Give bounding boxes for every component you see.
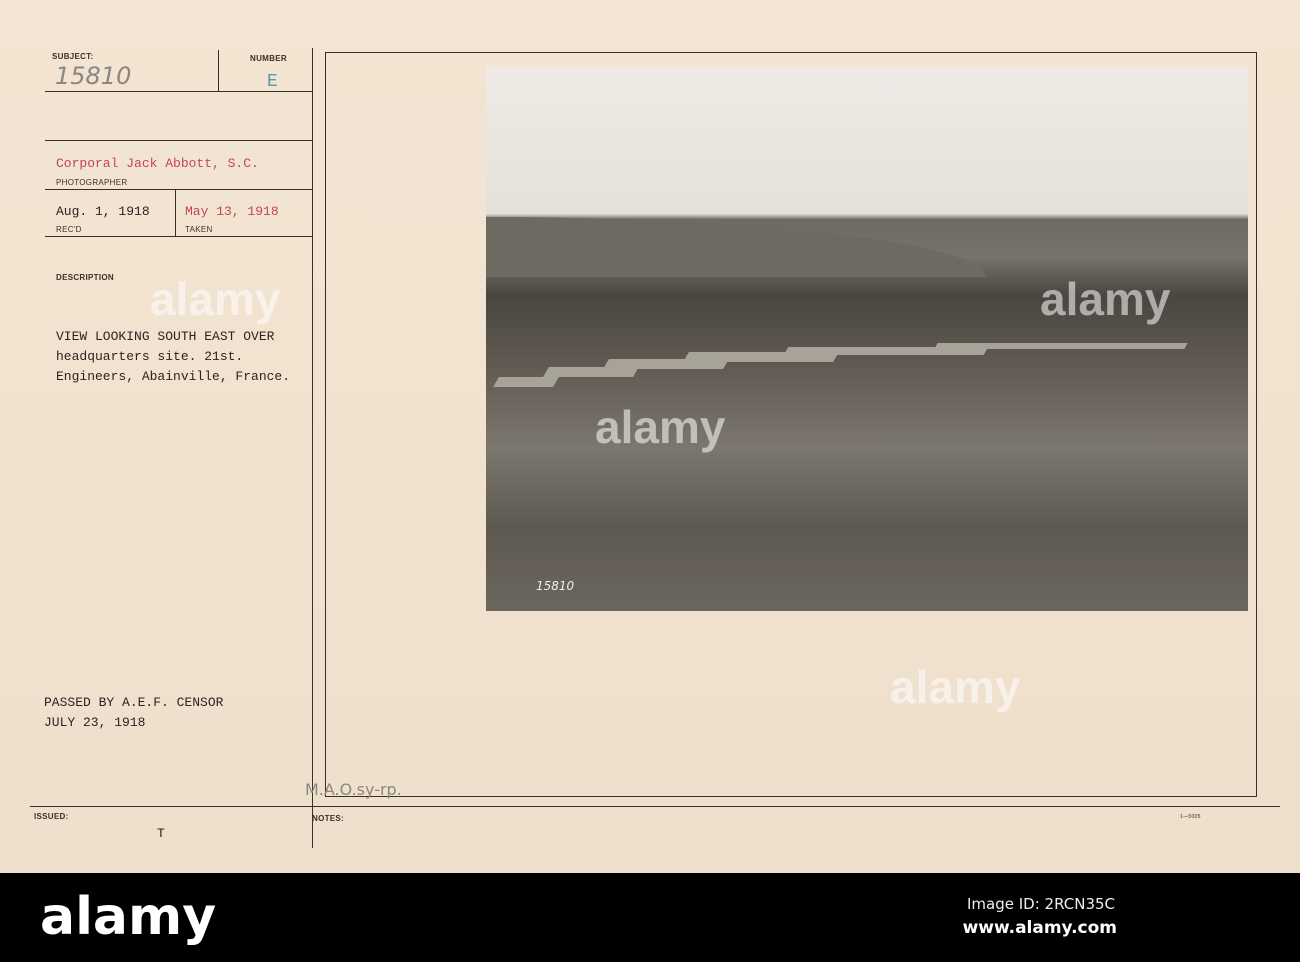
photo-frame xyxy=(325,52,1257,53)
subject-value: 15810 xyxy=(55,62,132,90)
issued-value: T xyxy=(157,826,165,841)
photographer-name: Corporal Jack Abbott, S.C. xyxy=(56,156,259,171)
photo-frame xyxy=(1256,52,1257,797)
timber xyxy=(934,343,1188,349)
divider xyxy=(312,48,313,848)
issued-label: ISSUED: xyxy=(34,812,69,821)
taken-date: May 13, 1918 xyxy=(185,204,279,219)
subject-label: SUBJECT: xyxy=(52,52,94,61)
watermark: alamy xyxy=(150,273,281,325)
description-label: DESCRIPTION xyxy=(56,273,114,282)
image-id: Image ID: 2RCN35C xyxy=(966,895,1115,913)
site-link[interactable]: www.alamy.com xyxy=(963,918,1117,938)
number-value: E xyxy=(267,72,278,92)
received-label: REC'D xyxy=(56,225,82,234)
timber xyxy=(493,377,559,387)
photo-frame xyxy=(325,796,1257,797)
censor-line: JULY 23, 1918 xyxy=(44,715,146,730)
photo-frame xyxy=(325,52,326,797)
watermark: alamy xyxy=(595,401,726,453)
divider xyxy=(30,806,1280,807)
divider xyxy=(45,140,313,141)
watermark: alamy xyxy=(1040,273,1171,325)
description-line: VIEW LOOKING SOUTH EAST OVER xyxy=(56,329,275,344)
divider xyxy=(45,236,313,237)
number-label: NUMBER xyxy=(250,54,287,63)
censor-line: PASSED BY A.E.F. CENSOR xyxy=(44,695,224,710)
notes-label: NOTES: xyxy=(312,814,345,823)
description-line: Engineers, Abainville, France. xyxy=(56,369,291,384)
taken-label: TAKEN xyxy=(185,225,213,234)
footer-bar: alamy Image ID: 2RCN35C www.alamy.com xyxy=(0,873,1300,962)
divider xyxy=(218,50,219,92)
photograph: 15810 xyxy=(486,67,1248,611)
notes-handwriting: M.A.O.sy-rp. xyxy=(305,780,402,799)
divider xyxy=(175,189,176,236)
received-date: Aug. 1, 1918 xyxy=(56,204,150,219)
watermark: alamy xyxy=(890,661,1021,713)
description-line: headquarters site. 21st. xyxy=(56,349,244,364)
divider xyxy=(45,91,313,92)
archive-card: SUBJECT: 15810 NUMBER E Corporal Jack Ab… xyxy=(0,0,1300,873)
form-code: 1—5005 xyxy=(1180,814,1201,820)
divider xyxy=(45,189,313,190)
photo-number: 15810 xyxy=(536,579,575,593)
alamy-logo: alamy xyxy=(40,887,217,947)
photographer-label: PHOTOGRAPHER xyxy=(56,178,128,187)
hillside xyxy=(486,217,986,277)
